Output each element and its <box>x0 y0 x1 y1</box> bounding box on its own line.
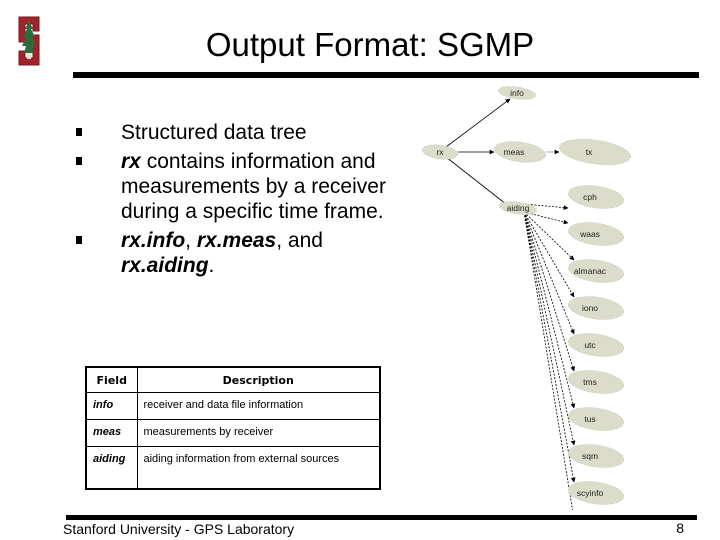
bullet-text-run: contains information and measurements by… <box>121 150 386 223</box>
tree-node-label: tx <box>586 147 593 157</box>
tree-node-tus: tus <box>567 407 625 431</box>
tree-edge-aiding-tus <box>523 211 576 409</box>
tree-node-label: tms <box>583 377 597 387</box>
column-header-field: Field <box>85 366 138 393</box>
data-tree-diagram: rx info meas aiding tx cph waas almanac iono utc t… <box>421 86 631 510</box>
emphasized-term: rx.aiding <box>121 254 209 277</box>
emphasized-term: rx <box>121 150 141 173</box>
bullet-text: rx contains information and measurements… <box>121 150 386 223</box>
tree-node-tms: tms <box>567 370 625 394</box>
bullet-marker-icon <box>76 236 82 244</box>
tree-node-label: tus <box>584 414 595 424</box>
field-description-table: Field Description info receiver and data… <box>85 366 381 490</box>
tree-node-almanac: almanac <box>567 259 625 283</box>
tree-node-label: cph <box>583 192 597 202</box>
bullet-text-run: Structured data tree <box>121 121 307 144</box>
description-cell: receiver and data file information <box>136 392 381 420</box>
tree-node-label: almanac <box>574 266 607 276</box>
table-row: aiding aiding information from external … <box>85 446 381 489</box>
emphasized-term: rx.info <box>121 229 186 252</box>
tree-node-label: scyinfo <box>577 488 604 498</box>
tree-node-rx: rx <box>421 144 459 160</box>
tree-node-utc: utc <box>567 333 625 357</box>
tree-node-meas: meas <box>493 141 547 163</box>
tree-edge-aiding-utc <box>523 211 575 335</box>
footer-divider <box>66 515 697 520</box>
bullet-list: Structured data tree rx contains informa… <box>76 120 396 282</box>
table-header-row: Field Description <box>85 366 381 393</box>
tree-node-waas: waas <box>567 222 625 246</box>
bullet-marker-icon <box>76 157 82 165</box>
field-cell: info <box>85 392 138 420</box>
description-cell: aiding information from external sources <box>136 446 381 489</box>
slide-title: Output Format: SGMP <box>205 26 535 63</box>
tree-node-info: info <box>497 86 537 100</box>
bullet-item: rx contains information and measurements… <box>76 149 396 224</box>
table-row: meas measurements by receiver <box>85 419 381 447</box>
title-divider <box>73 72 699 78</box>
tree-node-scyinfo: scyinfo <box>567 481 625 505</box>
bullet-text: Structured data tree <box>121 121 307 144</box>
footer-affiliation: Stanford University - GPS Laboratory <box>63 521 295 537</box>
bullet-item: rx.info, rx.meas, and rx.aiding. <box>76 228 396 278</box>
tree-node-label: rx <box>436 147 444 157</box>
tree-edge-aiding-sqm <box>523 211 576 446</box>
tree-node-label: aiding <box>507 203 530 213</box>
tree-edge-aiding-waasstatus <box>523 211 573 510</box>
tree-node-tx: tx <box>559 138 631 166</box>
tree-edge-rx-info <box>445 98 511 148</box>
tree-node-aiding: aiding <box>498 201 538 215</box>
page-number: 8 <box>676 520 684 536</box>
tree-node-iono: iono <box>567 296 625 320</box>
description-cell: measurements by receiver <box>136 419 381 447</box>
table-row: info receiver and data file information <box>85 392 381 420</box>
tree-node-label: utc <box>584 340 596 350</box>
tree-node-sqm: sqm <box>567 444 625 468</box>
bullet-marker-icon <box>76 128 82 136</box>
bullet-text-run: , <box>185 229 197 252</box>
tree-node-label: info <box>510 88 524 98</box>
tree-node-label: meas <box>504 147 525 157</box>
field-cell: aiding <box>85 446 138 489</box>
bullet-text-run: , and <box>276 229 323 252</box>
field-cell: meas <box>85 419 138 447</box>
tree-edge-rx-aiding <box>445 156 512 209</box>
bullet-item: Structured data tree <box>76 120 396 145</box>
bullet-text: rx.info, rx.meas, and rx.aiding. <box>121 229 323 277</box>
tree-node-label: sqm <box>582 451 598 461</box>
emphasized-term: rx.meas <box>196 229 277 252</box>
bullet-text-run: . <box>208 254 215 277</box>
tree-node-cph: cph <box>567 185 625 209</box>
column-header-description: Description <box>136 366 381 393</box>
tree-node-label: iono <box>582 303 598 313</box>
tree-node-label: waas <box>579 229 600 239</box>
